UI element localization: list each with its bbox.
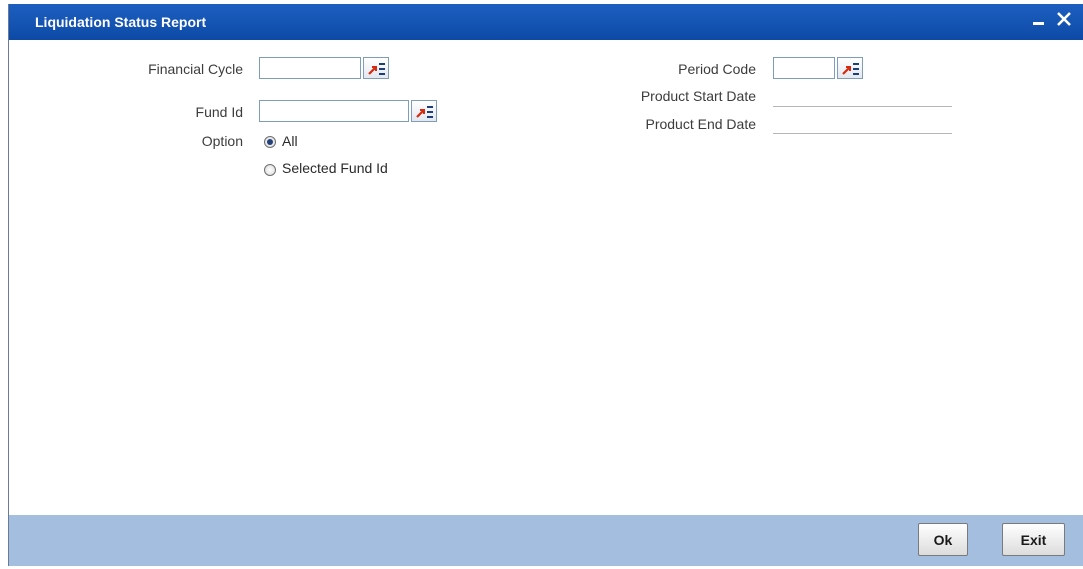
period-code-label: Period Code	[678, 61, 756, 77]
exit-button[interactable]: Exit	[1002, 523, 1065, 556]
option-all-radio[interactable]	[264, 136, 276, 148]
period-code-input[interactable]	[773, 57, 835, 79]
fund-id-label: Fund Id	[195, 104, 243, 120]
product-start-date-field[interactable]	[773, 89, 952, 107]
fund-id-lov-button[interactable]	[411, 100, 437, 122]
ok-button[interactable]: Ok	[918, 523, 968, 556]
list-of-values-icon	[368, 63, 385, 75]
product-end-date-label: Product End Date	[645, 116, 756, 132]
financial-cycle-input[interactable]	[259, 57, 361, 79]
product-start-date-label: Product Start Date	[640, 88, 756, 104]
option-all-label: All	[282, 133, 298, 149]
title-bar: Liquidation Status Report	[9, 4, 1083, 40]
report-window: Liquidation Status Report Financial Cycl…	[8, 4, 1083, 566]
period-code-lov-button[interactable]	[837, 57, 863, 79]
fund-id-input[interactable]	[259, 100, 409, 122]
close-icon[interactable]	[1055, 8, 1073, 35]
minimize-icon[interactable]	[1032, 7, 1046, 34]
financial-cycle-lov-button[interactable]	[363, 57, 389, 79]
list-of-values-icon	[842, 63, 859, 75]
option-selected-fund-id-radio[interactable]	[264, 164, 276, 176]
financial-cycle-label: Financial Cycle	[148, 61, 243, 77]
footer-bar: Ok Exit	[9, 515, 1083, 566]
product-end-date-field[interactable]	[773, 116, 952, 134]
list-of-values-icon	[416, 106, 433, 118]
option-label: Option	[201, 133, 243, 149]
option-selected-fund-id-label: Selected Fund Id	[282, 160, 388, 176]
window-title: Liquidation Status Report	[35, 14, 207, 30]
